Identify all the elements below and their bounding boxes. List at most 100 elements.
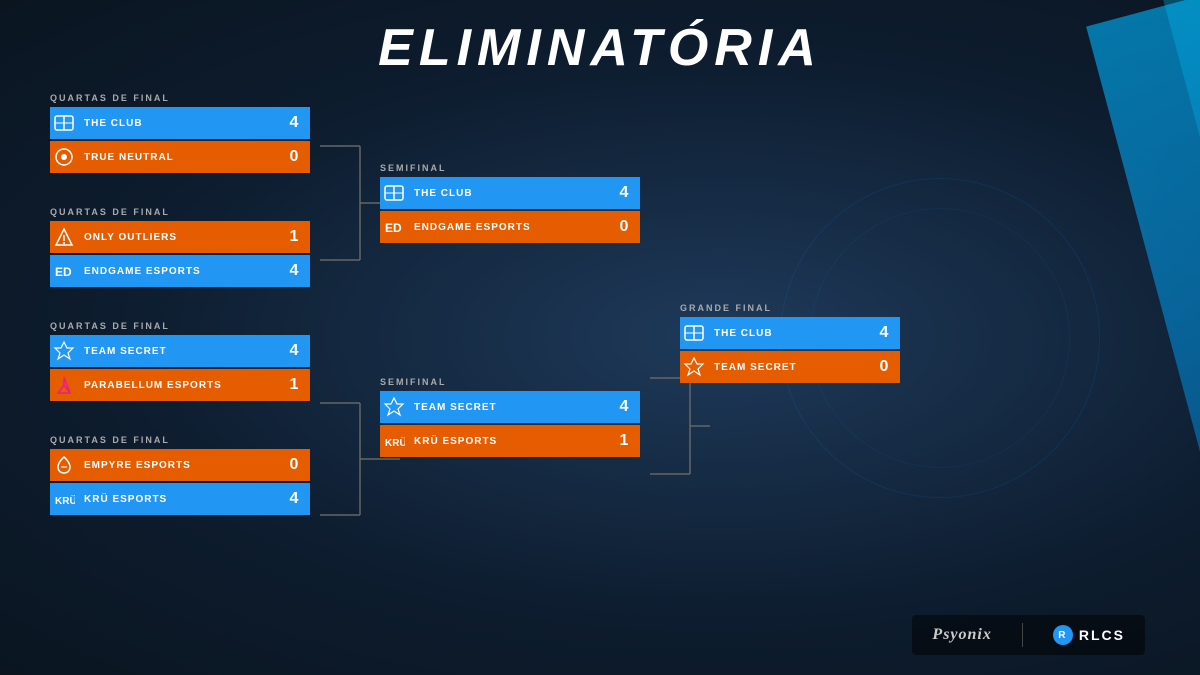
qf3-label: QUARTAS DE FINAL xyxy=(50,321,310,331)
qf1-team2-score: 0 xyxy=(278,141,310,173)
qf1-team2-logo xyxy=(50,143,78,171)
kru-icon: KRÜ xyxy=(53,488,75,510)
true-neutral-icon xyxy=(53,146,75,168)
qf2-team2-logo: ED xyxy=(50,257,78,285)
gf-team2-row: TEAM SECRET 0 xyxy=(680,351,900,383)
qf1-label: QUARTAS DE FINAL xyxy=(50,93,310,103)
bottom-bar: Psyonix R RLCS xyxy=(912,615,1145,655)
qf3-team1-name: TEAM SECRET xyxy=(78,335,278,367)
qf4-team2-row: KRÜ KRÜ ESPORTS 4 xyxy=(50,483,310,515)
qf1-team1-logo xyxy=(50,109,78,137)
sf-match-1: SEMIFINAL THE CLUB 4 xyxy=(380,163,640,243)
qf2-team2-score: 4 xyxy=(278,255,310,287)
qf3-team1-logo xyxy=(50,337,78,365)
gf-team1-row: THE CLUB 4 xyxy=(680,317,900,349)
gf-column: GRANDE FINAL THE CLUB 4 xyxy=(680,303,900,383)
the-club-icon xyxy=(53,112,75,134)
qf2-label: QUARTAS DE FINAL xyxy=(50,207,310,217)
qf3-team1-row: TEAM SECRET 4 xyxy=(50,335,310,367)
gf-team2-logo xyxy=(680,353,708,381)
team-secret-icon xyxy=(53,340,75,362)
sf1-team2-row: ED ENDGAME ESPORTS 0 xyxy=(380,211,640,243)
sf2-team1-score: 4 xyxy=(608,391,640,423)
gf-team2-score: 0 xyxy=(868,351,900,383)
sf1-team1-logo xyxy=(380,179,408,207)
parabellum-icon xyxy=(53,374,75,396)
qf4-team1-row: EMPYRE ESPORTS 0 xyxy=(50,449,310,481)
qf-match-4: QUARTAS DE FINAL EMPYRE ESPORTS 0 xyxy=(50,435,310,515)
sf2-team2-logo: KRÜ xyxy=(380,427,408,455)
qf2-team1-name: ONLY OUTLIERS xyxy=(78,221,278,253)
sf2-team2-name: KRÜ ESPORTS xyxy=(408,425,608,457)
qf4-team1-logo xyxy=(50,451,78,479)
psyonix-logo: Psyonix xyxy=(932,626,991,644)
qf3-team2-name: PARABELLUM ESPORTS xyxy=(78,369,278,401)
qf-column: QUARTAS DE FINAL THE CLUB 4 xyxy=(50,93,310,515)
qf1-match: THE CLUB 4 TRUE NEUTRAL 0 xyxy=(50,107,310,173)
svg-text:KRÜ: KRÜ xyxy=(55,494,75,507)
qf1-team1-score: 4 xyxy=(278,107,310,139)
sf1-the-club-icon xyxy=(383,182,405,204)
sf2-match: TEAM SECRET 4 KRÜ KRÜ ESPORTS 1 xyxy=(380,391,640,457)
sf2-team2-row: KRÜ KRÜ ESPORTS 1 xyxy=(380,425,640,457)
sf1-endgame-icon: ED xyxy=(383,216,405,238)
qf2-team2-row: ED ENDGAME ESPORTS 4 xyxy=(50,255,310,287)
qf1-team2-row: TRUE NEUTRAL 0 xyxy=(50,141,310,173)
only-outliers-icon xyxy=(53,226,75,248)
qf3-team2-score: 1 xyxy=(278,369,310,401)
sf1-team1-score: 4 xyxy=(608,177,640,209)
qf2-match: ONLY OUTLIERS 1 ED ENDGAME ESPORTS 4 xyxy=(50,221,310,287)
qf-match-2: QUARTAS DE FINAL ONLY OUTLIERS 1 xyxy=(50,207,310,287)
gf-match: THE CLUB 4 TEAM SECRET 0 xyxy=(680,317,900,383)
qf4-match: EMPYRE ESPORTS 0 KRÜ KRÜ ESPORTS 4 xyxy=(50,449,310,515)
main-content: ELIMINATÓRIA xyxy=(0,0,1200,675)
qf2-team2-name: ENDGAME ESPORTS xyxy=(78,255,278,287)
qf3-match: TEAM SECRET 4 PARABELLUM ESPORTS 1 xyxy=(50,335,310,401)
qf1-team1-name: THE CLUB xyxy=(78,107,278,139)
qf-match-1: QUARTAS DE FINAL THE CLUB 4 xyxy=(50,93,310,173)
sf1-label: SEMIFINAL xyxy=(380,163,640,173)
gf-team1-logo xyxy=(680,319,708,347)
sf-column: SEMIFINAL THE CLUB 4 xyxy=(380,163,640,457)
svg-text:KRÜ: KRÜ xyxy=(385,436,405,449)
qf4-team1-score: 0 xyxy=(278,449,310,481)
qf4-team2-logo: KRÜ xyxy=(50,485,78,513)
sf2-label: SEMIFINAL xyxy=(380,377,640,387)
page-title: ELIMINATÓRIA xyxy=(378,18,822,78)
qf4-team2-score: 4 xyxy=(278,483,310,515)
qf-match-3: QUARTAS DE FINAL TEAM SECRET 4 xyxy=(50,321,310,401)
sf2-kru-icon: KRÜ xyxy=(383,430,405,452)
divider xyxy=(1022,623,1023,647)
qf3-team2-row: PARABELLUM ESPORTS 1 xyxy=(50,369,310,401)
svg-text:ED: ED xyxy=(385,221,402,235)
gf-team2-name: TEAM SECRET xyxy=(708,351,868,383)
qf3-team1-score: 4 xyxy=(278,335,310,367)
qf2-team1-logo xyxy=(50,223,78,251)
sf2-team1-name: TEAM SECRET xyxy=(408,391,608,423)
sf2-team2-score: 1 xyxy=(608,425,640,457)
sf1-team1-name: THE CLUB xyxy=(408,177,608,209)
qf4-label: QUARTAS DE FINAL xyxy=(50,435,310,445)
qf1-team1-row: THE CLUB 4 xyxy=(50,107,310,139)
gf-the-club-icon xyxy=(683,322,705,344)
qf4-team2-name: KRÜ ESPORTS xyxy=(78,483,278,515)
gf-secret-icon xyxy=(683,356,705,378)
sf1-team1-row: THE CLUB 4 xyxy=(380,177,640,209)
sf2-secret-icon xyxy=(383,396,405,418)
sf1-match: THE CLUB 4 ED ENDGAME ESPORTS 0 xyxy=(380,177,640,243)
endgame-icon: ED xyxy=(53,260,75,282)
sf2-team1-row: TEAM SECRET 4 xyxy=(380,391,640,423)
rlcs-icon: R xyxy=(1053,625,1073,645)
qf2-team1-row: ONLY OUTLIERS 1 xyxy=(50,221,310,253)
empyre-icon xyxy=(53,454,75,476)
svg-text:ED: ED xyxy=(55,265,72,279)
sf1-team2-logo: ED xyxy=(380,213,408,241)
rlcs-logo: R RLCS xyxy=(1053,625,1125,645)
gf-team1-score: 4 xyxy=(868,317,900,349)
sf1-team2-score: 0 xyxy=(608,211,640,243)
qf2-team1-score: 1 xyxy=(278,221,310,253)
qf4-team1-name: EMPYRE ESPORTS xyxy=(78,449,278,481)
gf-label: GRANDE FINAL xyxy=(680,303,900,313)
qf1-team2-name: TRUE NEUTRAL xyxy=(78,141,278,173)
sf-match-2: SEMIFINAL TEAM SECRET 4 xyxy=(380,377,640,457)
